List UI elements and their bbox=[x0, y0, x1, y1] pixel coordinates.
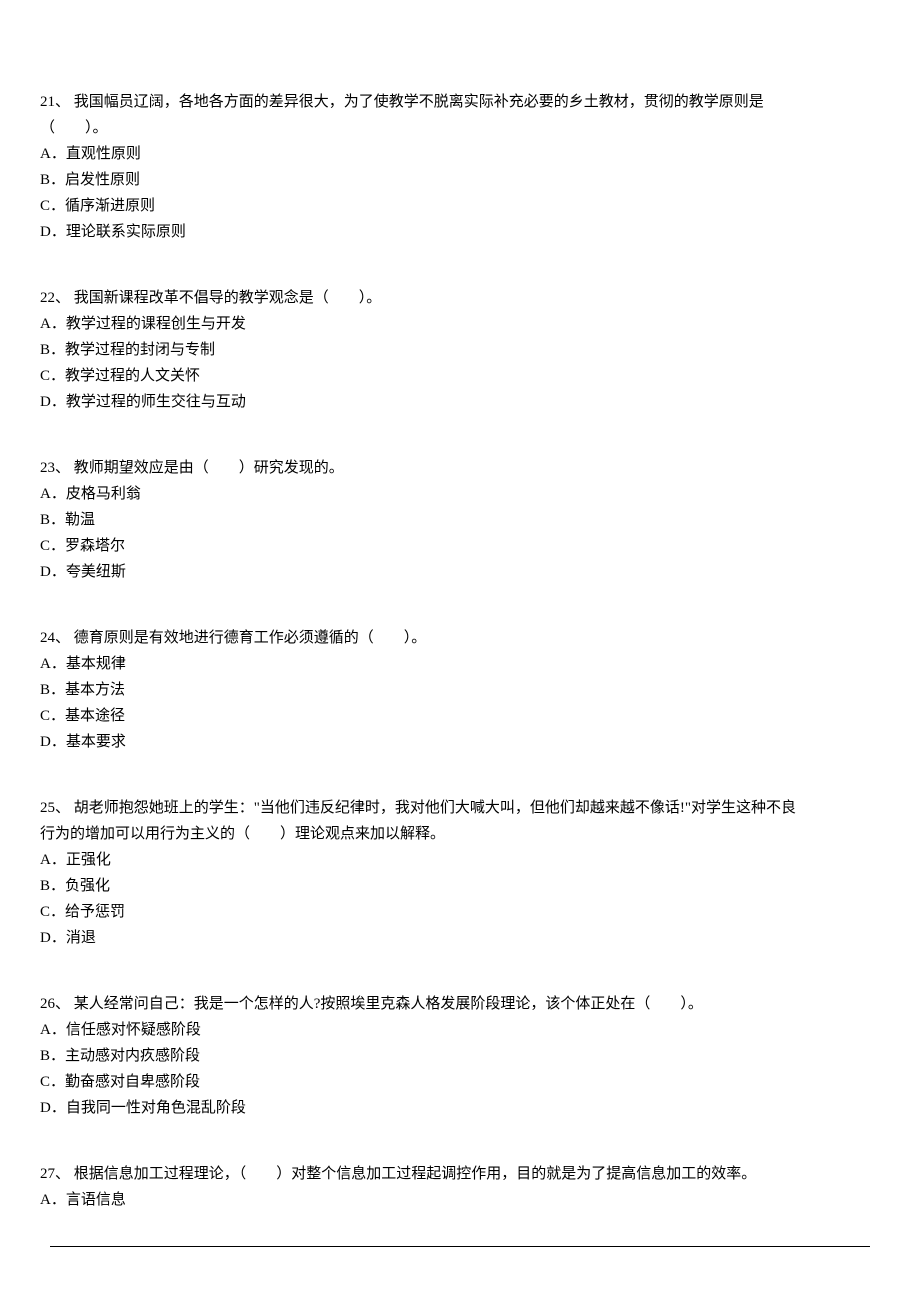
question-stem: 24、 德育原则是有效地进行德育工作必须遵循的（ ）。 bbox=[40, 626, 880, 650]
question-22: 22、 我国新课程改革不倡导的教学观念是（ ）。 A．教学过程的课程创生与开发 … bbox=[40, 286, 880, 414]
option-a: A．信任感对怀疑感阶段 bbox=[40, 1018, 880, 1042]
question-stem-line1: 我国幅员辽阔，各地各方面的差异很大，为了使教学不脱离实际补充必要的乡土教材，贯彻… bbox=[74, 94, 764, 110]
question-stem: 21、 我国幅员辽阔，各地各方面的差异很大，为了使教学不脱离实际补充必要的乡土教… bbox=[40, 90, 880, 114]
option-b: B．勒温 bbox=[40, 508, 880, 532]
option-c: C．循序渐进原则 bbox=[40, 194, 880, 218]
option-d: D．夸美纽斯 bbox=[40, 560, 880, 584]
question-number: 25、 bbox=[40, 800, 70, 816]
option-b: B．负强化 bbox=[40, 874, 880, 898]
question-number: 21、 bbox=[40, 94, 70, 110]
question-stem-line1: 胡老师抱怨她班上的学生："当他们违反纪律时，我对他们大喊大叫，但他们却越来越不像… bbox=[74, 800, 796, 816]
option-d: D．自我同一性对角色混乱阶段 bbox=[40, 1096, 880, 1120]
option-b: B．主动感对内疚感阶段 bbox=[40, 1044, 880, 1068]
option-a: A．教学过程的课程创生与开发 bbox=[40, 312, 880, 336]
question-25: 25、 胡老师抱怨她班上的学生："当他们违反纪律时，我对他们大喊大叫，但他们却越… bbox=[40, 796, 880, 950]
question-27: 27、 根据信息加工过程理论，（ ）对整个信息加工过程起调控作用，目的就是为了提… bbox=[40, 1162, 880, 1212]
question-number: 22、 bbox=[40, 290, 70, 306]
question-stem-line2: 行为的增加可以用行为主义的（ ）理论观点来加以解释。 bbox=[40, 822, 880, 846]
question-stem: 27、 根据信息加工过程理论，（ ）对整个信息加工过程起调控作用，目的就是为了提… bbox=[40, 1162, 880, 1186]
question-number: 23、 bbox=[40, 460, 70, 476]
option-d: D．理论联系实际原则 bbox=[40, 220, 880, 244]
question-number: 27、 bbox=[40, 1166, 70, 1182]
question-stem-line1: 某人经常问自己：我是一个怎样的人?按照埃里克森人格发展阶段理论，该个体正处在（ … bbox=[74, 996, 703, 1012]
option-a: A．直观性原则 bbox=[40, 142, 880, 166]
question-number: 24、 bbox=[40, 630, 70, 646]
question-stem: 26、 某人经常问自己：我是一个怎样的人?按照埃里克森人格发展阶段理论，该个体正… bbox=[40, 992, 880, 1016]
option-c: C．给予惩罚 bbox=[40, 900, 880, 924]
option-a: A．皮格马利翁 bbox=[40, 482, 880, 506]
question-stem-line1: 我国新课程改革不倡导的教学观念是（ ）。 bbox=[74, 290, 382, 306]
option-d: D．消退 bbox=[40, 926, 880, 950]
question-26: 26、 某人经常问自己：我是一个怎样的人?按照埃里克森人格发展阶段理论，该个体正… bbox=[40, 992, 880, 1120]
question-stem: 25、 胡老师抱怨她班上的学生："当他们违反纪律时，我对他们大喊大叫，但他们却越… bbox=[40, 796, 880, 820]
question-24: 24、 德育原则是有效地进行德育工作必须遵循的（ ）。 A．基本规律 B．基本方… bbox=[40, 626, 880, 754]
option-c: C．罗森塔尔 bbox=[40, 534, 880, 558]
question-number: 26、 bbox=[40, 996, 70, 1012]
option-b: B．基本方法 bbox=[40, 678, 880, 702]
option-d: D．基本要求 bbox=[40, 730, 880, 754]
question-stem-line1: 德育原则是有效地进行德育工作必须遵循的（ ）。 bbox=[74, 630, 427, 646]
question-23: 23、 教师期望效应是由（ ）研究发现的。 A．皮格马利翁 B．勒温 C．罗森塔… bbox=[40, 456, 880, 584]
option-d: D．教学过程的师生交往与互动 bbox=[40, 390, 880, 414]
question-stem-line1: 教师期望效应是由（ ）研究发现的。 bbox=[74, 460, 344, 476]
question-21: 21、 我国幅员辽阔，各地各方面的差异很大，为了使教学不脱离实际补充必要的乡土教… bbox=[40, 90, 880, 244]
question-stem-line1: 根据信息加工过程理论，（ ）对整个信息加工过程起调控作用，目的就是为了提高信息加… bbox=[74, 1166, 757, 1182]
option-b: B．启发性原则 bbox=[40, 168, 880, 192]
option-c: C．基本途径 bbox=[40, 704, 880, 728]
option-c: C．勤奋感对自卑感阶段 bbox=[40, 1070, 880, 1094]
question-stem-line2: （ ）。 bbox=[40, 116, 880, 140]
footer-divider bbox=[50, 1246, 870, 1247]
option-a: A．正强化 bbox=[40, 848, 880, 872]
option-b: B．教学过程的封闭与专制 bbox=[40, 338, 880, 362]
option-c: C．教学过程的人文关怀 bbox=[40, 364, 880, 388]
question-stem: 22、 我国新课程改革不倡导的教学观念是（ ）。 bbox=[40, 286, 880, 310]
option-a: A．基本规律 bbox=[40, 652, 880, 676]
question-stem: 23、 教师期望效应是由（ ）研究发现的。 bbox=[40, 456, 880, 480]
option-a: A．言语信息 bbox=[40, 1188, 880, 1212]
